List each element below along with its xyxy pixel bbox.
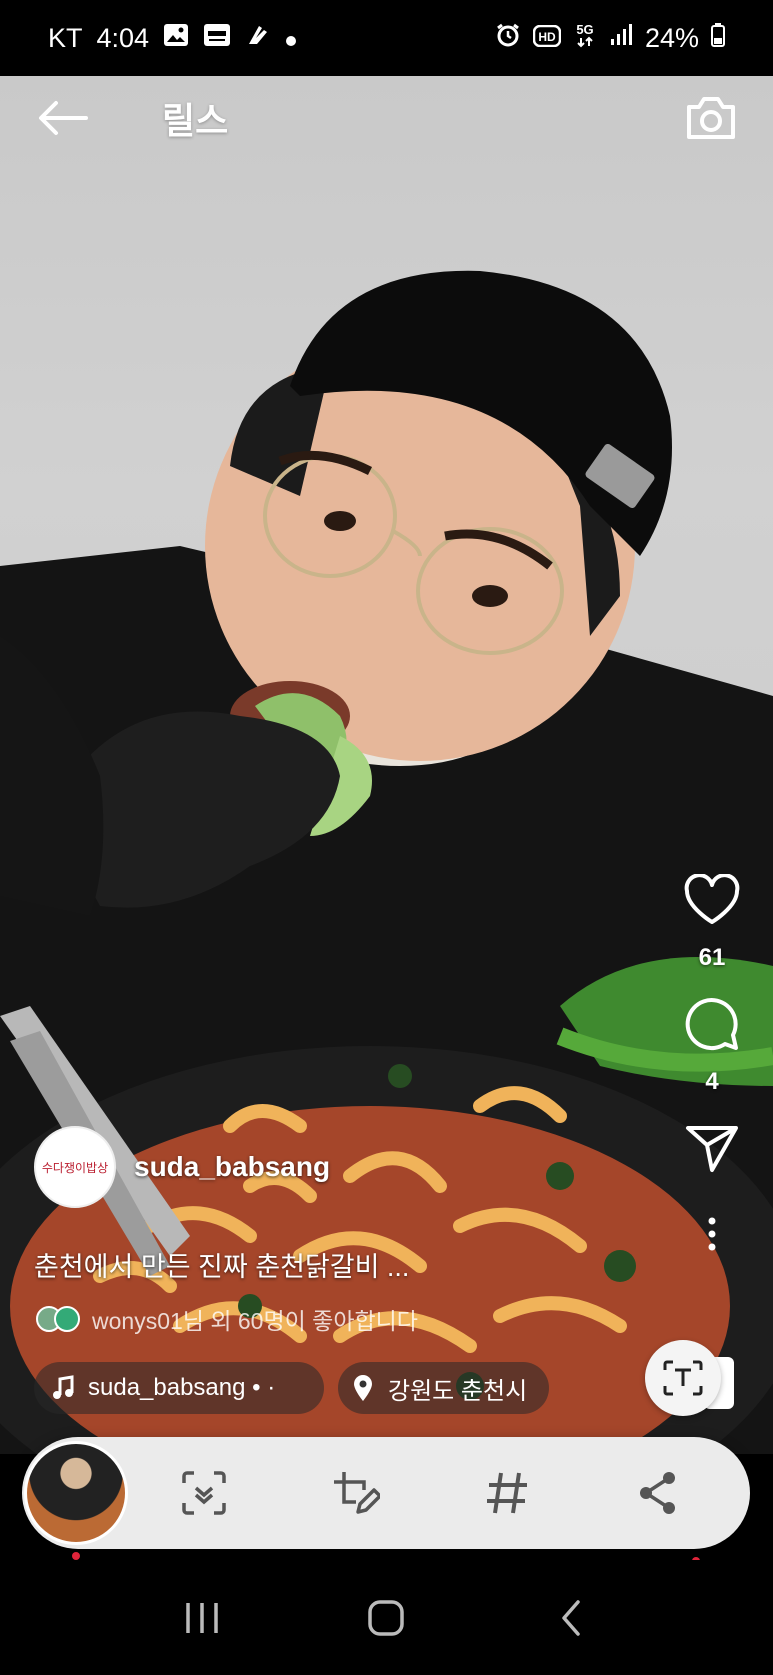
svg-text:5G: 5G bbox=[576, 22, 593, 37]
page-title: 릴스 bbox=[162, 100, 229, 141]
5g-icon: 5G bbox=[573, 21, 597, 56]
home-button[interactable] bbox=[356, 1588, 416, 1648]
liked-by-text: wonys01님 외 60명이 좋아합니다 bbox=[92, 1308, 418, 1334]
capture-thumbnail[interactable] bbox=[24, 1441, 128, 1545]
back-button[interactable] bbox=[34, 90, 90, 146]
post-chips: suda_babsang • · 강원도 춘천시 bbox=[34, 1362, 550, 1414]
indicator-dot bbox=[72, 1552, 80, 1560]
battery-icon bbox=[711, 22, 725, 54]
carrier-label: KT bbox=[48, 22, 83, 53]
status-bar: KT 4:04 HD 5G 24% bbox=[0, 0, 773, 76]
hashtag-button[interactable] bbox=[467, 1453, 547, 1533]
hashtag-icon bbox=[486, 1472, 527, 1514]
post-caption[interactable]: 춘천에서 만든 진짜 춘천닭갈비 ... bbox=[34, 1245, 409, 1284]
text-extract-button[interactable] bbox=[645, 1340, 721, 1416]
back-chevron-icon bbox=[562, 1599, 580, 1636]
smart-select-toolbar bbox=[22, 1437, 750, 1549]
scan-text-icon bbox=[182, 1471, 226, 1515]
reels-header: 릴스 bbox=[0, 76, 773, 160]
music-note-icon bbox=[53, 1375, 74, 1399]
recents-icon bbox=[186, 1602, 218, 1633]
toolbar-share-button[interactable] bbox=[618, 1453, 698, 1533]
share-button[interactable] bbox=[680, 1116, 744, 1180]
back-nav-button[interactable] bbox=[541, 1588, 601, 1648]
like-button[interactable] bbox=[680, 868, 744, 932]
heart-icon bbox=[684, 874, 740, 924]
alarm-icon bbox=[495, 22, 521, 55]
liked-by-row[interactable]: wonys01님 외 60명이 좋아합니다 bbox=[36, 1302, 418, 1336]
text-scan-icon bbox=[663, 1360, 703, 1396]
comment-icon bbox=[685, 998, 738, 1050]
gallery-icon bbox=[163, 23, 189, 54]
draw-button[interactable] bbox=[315, 1453, 395, 1533]
location-pin-icon bbox=[354, 1375, 372, 1401]
camera-button[interactable] bbox=[683, 90, 739, 146]
notification-dot-icon bbox=[285, 23, 297, 54]
reel-actions: 61 4 bbox=[677, 868, 747, 1266]
share-icon bbox=[640, 1472, 676, 1514]
battery-percent: 24% bbox=[644, 22, 699, 53]
audio-label: suda_babsang • · bbox=[88, 1374, 276, 1401]
more-vertical-icon bbox=[708, 1217, 716, 1251]
system-nav-bar bbox=[0, 1560, 773, 1675]
hd-voice-icon: HD bbox=[532, 23, 562, 54]
camera-icon bbox=[687, 97, 735, 139]
comment-button[interactable] bbox=[680, 992, 744, 1056]
arrow-left-icon bbox=[39, 101, 88, 135]
more-options-button[interactable] bbox=[680, 1202, 744, 1266]
extract-text-button[interactable] bbox=[164, 1453, 244, 1533]
status-left: KT 4:04 bbox=[48, 22, 297, 55]
app-icon bbox=[245, 22, 271, 55]
location-chip[interactable]: 강원도 춘천시 bbox=[338, 1362, 550, 1414]
post-author: 수다쟁이밥상 suda_babsang bbox=[34, 1126, 330, 1208]
comment-count: 4 bbox=[705, 1068, 719, 1095]
kia-connect-icon bbox=[203, 23, 231, 54]
recents-button[interactable] bbox=[172, 1588, 232, 1648]
author-username[interactable]: suda_babsang bbox=[134, 1151, 330, 1183]
avatar-logo-text: 수다쟁이밥상 bbox=[41, 1160, 109, 1175]
location-label: 강원도 춘천시 bbox=[388, 1377, 528, 1405]
status-right: HD 5G 24% bbox=[495, 21, 725, 56]
liker-avatar bbox=[54, 1306, 80, 1332]
signal-icon bbox=[609, 23, 633, 54]
like-count: 61 bbox=[698, 944, 726, 971]
audio-chip[interactable]: suda_babsang • · bbox=[34, 1362, 324, 1414]
author-avatar[interactable]: 수다쟁이밥상 bbox=[34, 1126, 116, 1208]
home-icon bbox=[368, 1599, 405, 1636]
liked-avatars bbox=[36, 1306, 80, 1332]
send-icon bbox=[686, 1126, 738, 1172]
clock: 4:04 bbox=[96, 22, 150, 53]
svg-text:HD: HD bbox=[538, 30, 556, 44]
crop-edit-icon bbox=[334, 1472, 381, 1514]
toolbar-buttons bbox=[128, 1453, 750, 1533]
